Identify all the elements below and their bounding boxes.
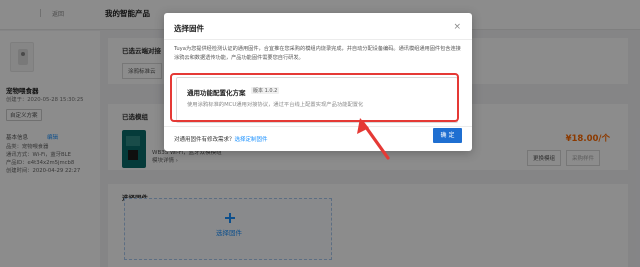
highlight-box (170, 73, 459, 122)
dialog-divider (164, 39, 472, 40)
dialog-description: Tuya为您提供经检测认证的通用固件，合宜推在您采购的模组内烧录完成，并自动分配… (174, 46, 461, 61)
close-icon[interactable]: × (453, 23, 461, 32)
dialog-title: 选择固件 (174, 24, 204, 33)
footer-question: 对通用固件有修改需求？选择定制固件 (174, 135, 268, 143)
custom-firmware-link[interactable]: 选择定制固件 (235, 137, 268, 143)
confirm-button[interactable]: 确 定 (433, 128, 462, 143)
footer-question-text: 对通用固件有修改需求？ (174, 137, 235, 143)
dialog-footer-divider (164, 126, 472, 127)
